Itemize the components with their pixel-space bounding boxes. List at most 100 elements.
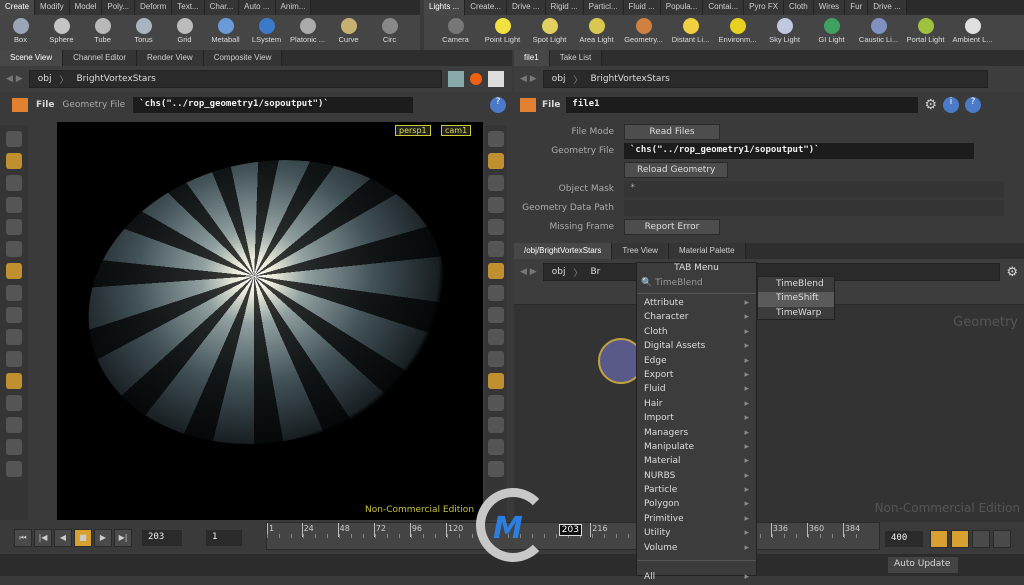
tool-button-3[interactable] [488,197,504,213]
end-frame-field[interactable]: 400 [885,531,923,547]
tool-button-2[interactable] [6,175,22,191]
tab-1[interactable]: Create... [465,0,507,15]
tab-4[interactable]: Deform [135,0,173,15]
play-reverse-button[interactable]: ◀ [54,529,72,547]
tab-0[interactable]: Create [0,0,36,15]
tab-8[interactable]: Pyro FX [744,0,785,15]
camera-menu[interactable]: persp1 [395,125,431,136]
back-icon[interactable]: ◀ ▶ [520,267,537,277]
tab-6[interactable]: Char... [204,0,240,15]
result-timewarp[interactable]: TimeWarp [758,307,834,321]
tab-5[interactable]: Fluid ... [623,0,661,15]
cam-menu[interactable]: cam1 [441,125,472,136]
menu-item-cloth[interactable]: Cloth ▸ [637,326,756,340]
tool-button-4[interactable] [488,219,504,235]
tool-button-5[interactable] [488,241,504,257]
tool-button-2[interactable] [488,175,504,191]
tool-button-13[interactable] [488,417,504,433]
start-frame-field[interactable]: 1 [206,530,242,546]
shelf-tool-portal-light[interactable]: Portal Light [902,17,949,50]
go-end-button[interactable]: ▶| [114,529,132,547]
tool-button-8[interactable] [488,307,504,323]
update-mode-menu[interactable]: Auto Update [888,557,958,573]
shelf-tool-lsystem[interactable]: LSystem [246,17,287,50]
settings-button[interactable] [993,530,1011,548]
shelf-tool-environm-[interactable]: Environm... [714,17,761,50]
search-text[interactable]: TimeBlend [655,278,703,288]
current-frame-field[interactable]: 203 [142,530,182,546]
tab-0[interactable]: file1 [514,50,550,66]
tool-button-0[interactable] [6,131,22,147]
menu-item-export[interactable]: Export ▸ [637,369,756,383]
tab-10[interactable]: Wires [813,0,846,15]
stop-button[interactable]: ■ [74,529,92,547]
tab-1[interactable]: Take List [549,50,603,66]
menu-item-polygon[interactable]: Polygon ▸ [637,498,756,512]
tab-9[interactable]: Cloth [784,0,814,15]
tool-button-3[interactable] [6,197,22,213]
shelf-tool-sphere[interactable]: Sphere [41,17,82,50]
menu-item-utility[interactable]: Utility ▸ [637,527,756,541]
tool-button-6[interactable] [6,263,22,279]
result-timeblend[interactable]: TimeBlend [758,278,834,292]
tool-button-11[interactable] [488,373,504,389]
back-icon[interactable]: ◀ ▶ [6,74,23,84]
shelf-tool-area-light[interactable]: Area Light [573,17,620,50]
tab-1[interactable]: Tree View [612,243,669,259]
tool-button-9[interactable] [6,329,22,345]
tab-0[interactable]: Scene View [0,50,64,66]
menu-item-digital-assets[interactable]: Digital Assets ▸ [637,340,756,354]
shelf-tool-spot-light[interactable]: Spot Light [526,17,573,50]
tab-7[interactable]: Contai... [703,0,745,15]
viewport[interactable]: persp1 cam1 Non-Commercial Edition [57,122,483,520]
cube-icon[interactable] [448,71,464,87]
menu-item-import[interactable]: Import ▸ [637,412,756,426]
tool-button-14[interactable] [6,439,22,455]
menu-item-character[interactable]: Character ▸ [637,311,756,325]
tool-button-8[interactable] [6,307,22,323]
tab-2[interactable]: Model [69,0,103,15]
node-name-field[interactable]: file1 [566,97,919,113]
shelf-tool-point-light[interactable]: Point Light [479,17,526,50]
path-obj[interactable]: obj [38,74,52,84]
tool-button-1[interactable] [488,153,504,169]
tab-1[interactable]: Modify [35,0,70,15]
gear-icon[interactable]: ⚙ [1006,265,1018,280]
tool-button-7[interactable] [488,285,504,301]
tab-1[interactable]: Channel Editor [63,50,138,66]
tool-button-7[interactable] [6,285,22,301]
back-icon[interactable]: ◀ ▶ [520,74,537,84]
tool-button-0[interactable] [488,131,504,147]
path-obj[interactable]: obj [552,267,566,277]
tab-2[interactable]: Render View [137,50,204,66]
param-value[interactable]: Report Error [624,218,720,235]
tool-button-11[interactable] [6,373,22,389]
go-start-button[interactable]: ⏮ [14,529,32,547]
tab-6[interactable]: Popula... [660,0,704,15]
tool-button-10[interactable] [6,351,22,367]
menu-item-particle[interactable]: Particle ▸ [637,484,756,498]
tool-button-9[interactable] [488,329,504,345]
result-timeshift[interactable]: TimeShift [758,292,834,307]
shelf-tool-curve[interactable]: Curve [328,17,369,50]
playhead[interactable]: 203 [558,524,582,536]
path-obj[interactable]: obj [552,74,566,84]
shelf-tool-sky-light[interactable]: Sky Light [761,17,808,50]
render-sphere-icon[interactable] [470,73,482,85]
help-icon[interactable]: ? [964,97,981,113]
tool-button-13[interactable] [6,417,22,433]
tab-menu-search[interactable]: 🔍 TimeBlend [637,276,756,294]
tab-2[interactable]: Drive ... [506,0,546,15]
shelf-tool-circ[interactable]: Circ [369,17,410,50]
tab-4[interactable]: Particl... [583,0,624,15]
shelf-tool-caustic-li-[interactable]: Caustic Li... [855,17,902,50]
background-swatch[interactable] [488,71,504,87]
menu-item-primitive[interactable]: Primitive ▸ [637,513,756,527]
param-value[interactable] [624,199,1004,216]
menu-item-all[interactable]: All ▸ [637,571,756,585]
help-icon[interactable]: ? [490,97,506,113]
audio-toggle[interactable] [951,530,969,548]
tab-3[interactable]: Rigid ... [545,0,584,15]
tool-button-5[interactable] [6,241,22,257]
tool-button-12[interactable] [488,395,504,411]
